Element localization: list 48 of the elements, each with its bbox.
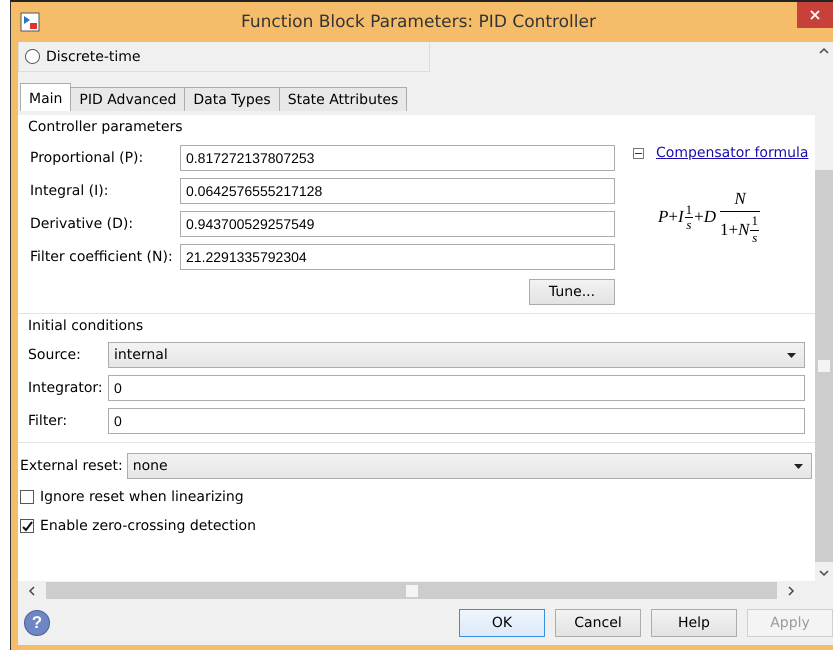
tab[interactable]: Data Types	[184, 87, 280, 111]
tab[interactable]: State Attributes	[278, 87, 408, 111]
field-label: Integral (I):	[30, 183, 110, 199]
caret-icon	[787, 352, 796, 358]
checkbox-label: Enable zero-crossing detection	[40, 518, 256, 534]
field-label: Filter coefficient (N):	[30, 249, 174, 265]
block-diagram-icon	[20, 12, 40, 32]
input-field[interactable]: 0.0642576555217128	[180, 178, 615, 204]
dialog-button: Apply	[747, 608, 833, 636]
scroll-right-icon[interactable]	[787, 586, 795, 596]
field-label: Proportional (P):	[30, 150, 144, 166]
dropdown-value: none	[132, 458, 168, 474]
input-field[interactable]: 0	[108, 375, 805, 401]
dropdown[interactable]: none	[126, 453, 812, 479]
scroll-left-icon[interactable]	[28, 586, 36, 596]
compensator-formula-link[interactable]: Compensator formula	[656, 145, 808, 161]
input-field[interactable]: 0.817272137807253	[180, 145, 615, 171]
scrollbar-thumb[interactable]	[815, 170, 833, 562]
checkbox-label: Ignore reset when linearizing	[40, 489, 244, 505]
scrollbar-thumb[interactable]	[46, 582, 777, 599]
dropdown-value: internal	[114, 347, 168, 363]
window-title: Function Block Parameters: PID Controller	[240, 12, 597, 32]
tab[interactable]: PID Advanced	[70, 87, 186, 111]
collapse-toggle[interactable]	[633, 148, 644, 158]
close-icon	[810, 10, 820, 20]
help-button[interactable]: ?	[24, 610, 50, 636]
dialog-button[interactable]: OK	[459, 608, 545, 636]
field-label: Integrator:	[28, 380, 104, 396]
section-title: Initial conditions	[27, 317, 144, 334]
caret-icon	[794, 464, 803, 468]
dropdown[interactable]: internal	[108, 342, 805, 368]
field-label: Source:	[28, 347, 82, 363]
field-label: Filter:	[28, 413, 68, 429]
close-button[interactable]	[797, 2, 833, 28]
checkbox[interactable]	[20, 490, 34, 504]
tune-button[interactable]: Tune...	[529, 279, 615, 305]
dialog-button[interactable]: Help	[651, 608, 737, 636]
input-field[interactable]: 0.943700529257549	[180, 211, 615, 237]
section-title: Controller parameters	[27, 118, 184, 135]
field-label: External reset:	[20, 458, 123, 474]
radio-button[interactable]	[25, 49, 40, 64]
input-field[interactable]: 0	[108, 408, 805, 434]
input-field[interactable]: 21.2291335792304	[180, 244, 615, 270]
field-label: Derivative (D):	[30, 216, 134, 232]
checkbox[interactable]	[20, 519, 34, 533]
dialog-button[interactable]: Cancel	[555, 608, 641, 636]
radio-label: Discrete-time	[46, 48, 141, 64]
tab[interactable]: Main	[20, 83, 72, 111]
